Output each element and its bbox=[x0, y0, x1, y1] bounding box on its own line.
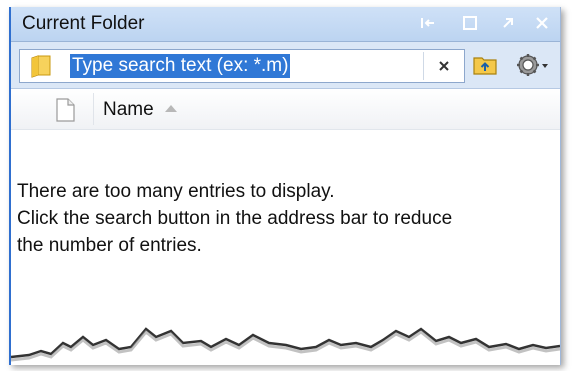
gear-icon bbox=[517, 54, 548, 76]
sort-ascending-icon bbox=[165, 105, 177, 112]
panel-title: Current Folder bbox=[22, 13, 145, 34]
maximize-button[interactable] bbox=[457, 11, 483, 35]
current-folder-panel: Current Folder Type search text (ex: *.m… bbox=[9, 7, 561, 365]
up-folder-button[interactable] bbox=[473, 54, 497, 81]
address-bar: Type search text (ex: *.m) bbox=[11, 42, 560, 89]
clear-search-button[interactable] bbox=[434, 56, 454, 76]
maximize-icon bbox=[463, 16, 477, 30]
name-column-header[interactable]: Name bbox=[103, 99, 154, 121]
search-box[interactable]: Type search text (ex: *.m) bbox=[19, 49, 465, 83]
torn-edge bbox=[11, 327, 560, 365]
clear-icon bbox=[439, 61, 449, 71]
pin-icon bbox=[421, 18, 434, 28]
undock-button[interactable] bbox=[495, 11, 521, 35]
file-list-header: Name bbox=[11, 89, 560, 130]
too-many-entries-message: There are too many entries to display. C… bbox=[17, 178, 560, 259]
pin-button[interactable] bbox=[415, 11, 441, 35]
folder-icon bbox=[31, 55, 51, 78]
chevron-down-icon bbox=[542, 64, 548, 68]
up-folder-icon bbox=[473, 57, 497, 75]
search-input[interactable] bbox=[64, 53, 424, 77]
column-divider bbox=[93, 93, 94, 125]
close-icon bbox=[536, 17, 548, 29]
message-line-2: Click the search button in the address b… bbox=[17, 208, 453, 229]
settings-button[interactable] bbox=[516, 53, 550, 82]
message-line-1: There are too many entries to display. bbox=[17, 181, 335, 202]
search-separator bbox=[423, 52, 424, 80]
file-icon bbox=[56, 98, 75, 122]
close-button[interactable] bbox=[529, 11, 555, 35]
title-bar: Current Folder bbox=[11, 7, 560, 42]
undock-icon bbox=[503, 18, 513, 28]
message-line-3: the number of entries. bbox=[17, 235, 202, 256]
